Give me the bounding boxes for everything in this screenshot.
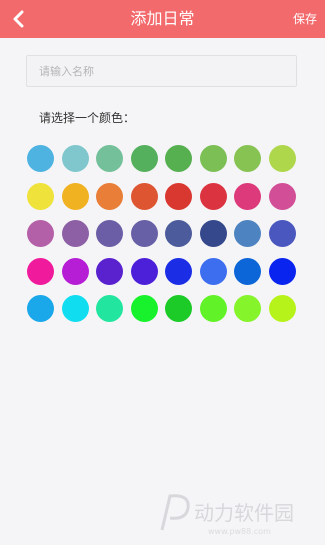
color-swatch[interactable] <box>165 145 192 172</box>
color-swatch[interactable] <box>234 145 261 172</box>
color-swatch[interactable] <box>61 145 89 172</box>
watermark-url: www.pw88.com <box>208 527 271 536</box>
top-bar: 添加日常 保存 <box>0 0 325 38</box>
color-swatch[interactable] <box>199 182 227 210</box>
color-swatch[interactable] <box>27 182 54 210</box>
color-swatch[interactable] <box>268 145 296 172</box>
color-swatch[interactable] <box>61 220 89 247</box>
name-input[interactable] <box>26 55 297 87</box>
color-swatch[interactable] <box>96 295 123 322</box>
color-swatch[interactable] <box>199 295 227 322</box>
color-swatch[interactable] <box>234 295 261 322</box>
color-swatch[interactable] <box>61 257 89 285</box>
color-swatch[interactable] <box>165 257 192 285</box>
color-swatch[interactable] <box>165 295 192 322</box>
color-swatch[interactable] <box>27 220 54 247</box>
color-swatch[interactable] <box>96 145 123 172</box>
color-swatch[interactable] <box>27 295 54 322</box>
watermark-text: 动力软件园 <box>194 501 294 525</box>
save-button[interactable]: 保存 <box>293 0 317 38</box>
color-swatch[interactable] <box>199 220 227 247</box>
color-swatch[interactable] <box>130 295 158 322</box>
color-swatch[interactable] <box>234 257 261 285</box>
color-swatch[interactable] <box>61 295 89 322</box>
watermark-p-icon <box>160 494 190 531</box>
color-swatch[interactable] <box>96 257 123 285</box>
color-swatch[interactable] <box>199 145 227 172</box>
color-swatch[interactable] <box>268 182 296 210</box>
color-swatch[interactable] <box>130 257 158 285</box>
watermark-logo: 动力软件园 www.pw88.com <box>160 494 294 536</box>
color-swatch[interactable] <box>234 182 261 210</box>
color-swatch[interactable] <box>61 182 89 210</box>
color-swatch[interactable] <box>199 257 227 285</box>
color-swatch[interactable] <box>268 257 296 285</box>
color-swatch[interactable] <box>268 220 296 247</box>
page-title: 添加日常 <box>130 9 195 28</box>
color-swatch[interactable] <box>96 220 123 247</box>
color-prompt-label: 请选择一个颜色： <box>39 111 136 125</box>
color-swatch[interactable] <box>27 145 54 172</box>
color-swatch[interactable] <box>234 220 261 247</box>
color-swatch[interactable] <box>96 182 123 210</box>
color-swatch[interactable] <box>130 220 158 247</box>
color-swatch[interactable] <box>165 182 192 210</box>
color-swatch[interactable] <box>268 295 296 322</box>
color-swatch[interactable] <box>130 145 158 172</box>
color-swatch[interactable] <box>165 220 192 247</box>
color-swatch[interactable] <box>27 257 54 285</box>
color-swatch[interactable] <box>130 182 158 210</box>
